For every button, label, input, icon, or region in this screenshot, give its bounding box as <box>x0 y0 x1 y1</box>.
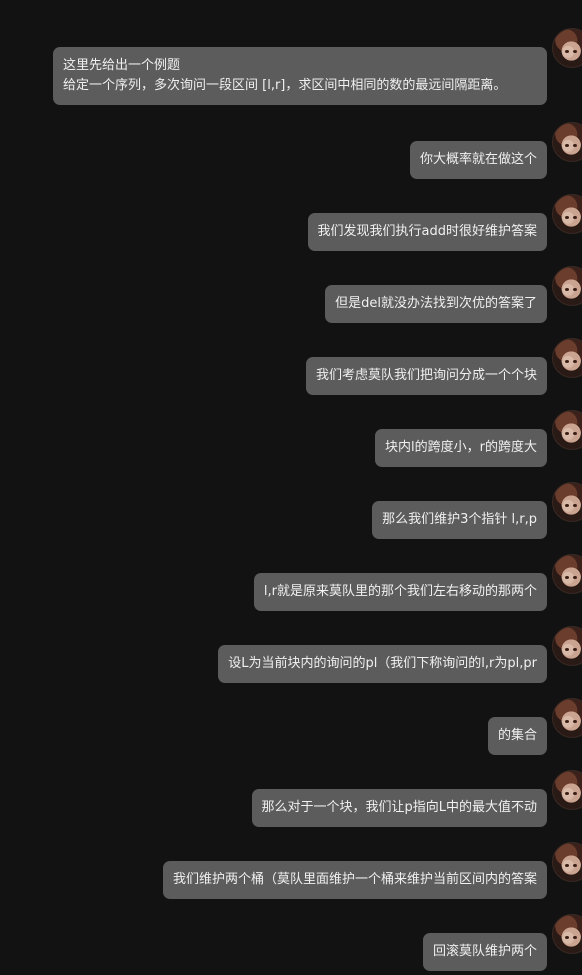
message-text: 设L为当前块内的询问的pl（我们下称询问的l,r为pl,pr <box>228 656 537 671</box>
message-text: 回滚莫队维护两个 <box>432 944 537 959</box>
user-avatar-icon[interactable] <box>552 410 582 450</box>
message-text: 你大概率就在做这个 <box>419 152 537 167</box>
user-avatar-icon[interactable] <box>552 698 582 738</box>
chat-message-row: 块内l的跨度小，r的跨度大 <box>0 410 582 470</box>
user-avatar-icon[interactable] <box>552 770 582 810</box>
message-text: 我们考虑莫队我们把询问分成一个个块 <box>315 368 537 383</box>
chat-message-row: 我们发现我们执行add时很好维护答案 <box>0 194 582 254</box>
chat-message-row: 但是del就没办法找到次优的答案了 <box>0 266 582 326</box>
chat-message-row: l,r就是原来莫队里的那个我们左右移动的那两个 <box>0 554 582 614</box>
message-text: 那么我们维护3个指针 l,r,p <box>382 512 537 527</box>
message-text: 那么对于一个块，我们让p指向L中的最大值不动 <box>261 800 538 815</box>
chat-message-row: 设L为当前块内的询问的pl（我们下称询问的l,r为pl,pr <box>0 626 582 686</box>
message-bubble[interactable]: 你大概率就在做这个 <box>409 141 547 179</box>
message-bubble[interactable]: 设L为当前块内的询问的pl（我们下称询问的l,r为pl,pr <box>218 645 547 683</box>
chat-message-row: 那么对于一个块，我们让p指向L中的最大值不动 <box>0 770 582 830</box>
message-bubble[interactable]: 我们发现我们执行add时很好维护答案 <box>307 213 547 251</box>
message-text: 块内l的跨度小，r的跨度大 <box>385 440 537 455</box>
message-bubble[interactable]: l,r就是原来莫队里的那个我们左右移动的那两个 <box>253 573 547 611</box>
user-avatar-icon[interactable] <box>552 122 582 162</box>
message-text: 但是del就没办法找到次优的答案了 <box>335 296 537 311</box>
chat-message-row: 那么我们维护3个指针 l,r,p <box>0 482 582 542</box>
user-avatar-icon[interactable] <box>552 266 582 306</box>
user-avatar-icon[interactable] <box>552 914 582 954</box>
user-avatar-icon[interactable] <box>552 194 582 234</box>
chat-message-row: 我们维护两个桶（莫队里面维护一个桶来维护当前区间内的答案 <box>0 842 582 902</box>
user-avatar-icon[interactable] <box>552 626 582 666</box>
message-text: 这里先给出一个例题 <box>63 58 181 73</box>
message-bubble[interactable]: 的集合 <box>487 717 547 755</box>
message-bubble[interactable]: 这里先给出一个例题 给定一个序列，多次询问一段区间 [l,r]，求区间中相同的数… <box>53 47 547 105</box>
user-avatar-icon[interactable] <box>552 482 582 522</box>
user-avatar-icon[interactable] <box>552 28 582 68</box>
message-bubble[interactable]: 我们维护两个桶（莫队里面维护一个桶来维护当前区间内的答案 <box>162 861 547 899</box>
message-bubble[interactable]: 那么我们维护3个指针 l,r,p <box>372 501 547 539</box>
message-text: 给定一个序列，多次询问一段区间 [l,r]，求区间中相同的数的最远间隔距离。 <box>63 78 507 93</box>
chat-message-row: 我们考虑莫队我们把询问分成一个个块 <box>0 338 582 398</box>
message-text: 我们发现我们执行add时很好维护答案 <box>317 224 537 239</box>
chat-conversation: 这里先给出一个例题 给定一个序列，多次询问一段区间 [l,r]，求区间中相同的数… <box>0 0 582 975</box>
message-bubble[interactable]: 回滚莫队维护两个 <box>422 933 547 971</box>
chat-message-row: 你大概率就在做这个 <box>0 122 582 182</box>
user-avatar-icon[interactable] <box>552 842 582 882</box>
message-bubble[interactable]: 块内l的跨度小，r的跨度大 <box>375 429 547 467</box>
message-text: 的集合 <box>497 728 537 743</box>
message-bubble[interactable]: 我们考虑莫队我们把询问分成一个个块 <box>305 357 547 395</box>
message-bubble[interactable]: 那么对于一个块，我们让p指向L中的最大值不动 <box>251 789 547 827</box>
message-bubble[interactable]: 但是del就没办法找到次优的答案了 <box>325 285 547 323</box>
message-text: l,r就是原来莫队里的那个我们左右移动的那两个 <box>263 584 537 599</box>
chat-message-row: 这里先给出一个例题 给定一个序列，多次询问一段区间 [l,r]，求区间中相同的数… <box>0 28 582 108</box>
chat-message-row: 回滚莫队维护两个 <box>0 914 582 974</box>
user-avatar-icon[interactable] <box>552 338 582 378</box>
user-avatar-icon[interactable] <box>552 554 582 594</box>
message-text: 我们维护两个桶（莫队里面维护一个桶来维护当前区间内的答案 <box>172 872 537 887</box>
chat-message-row: 的集合 <box>0 698 582 758</box>
